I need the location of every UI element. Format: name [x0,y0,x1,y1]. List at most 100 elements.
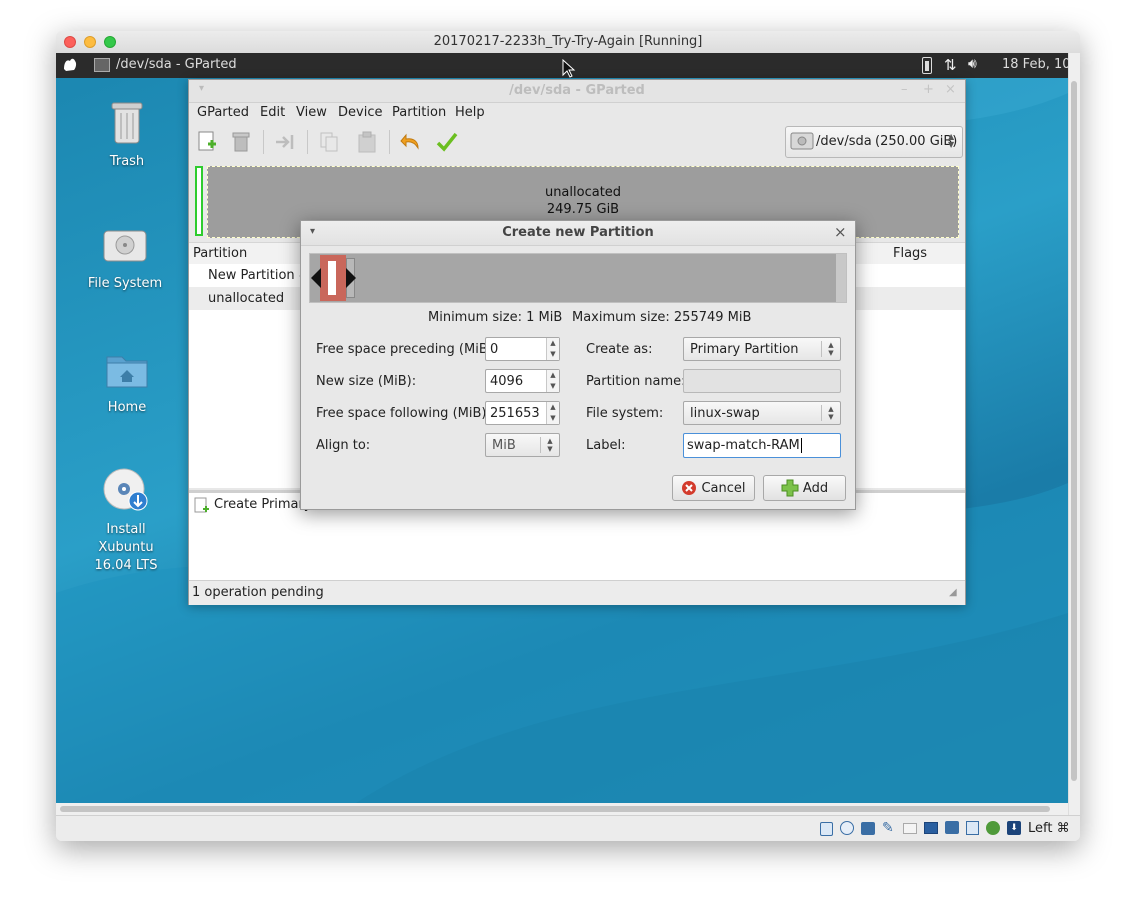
desktop-icon-label: Home [107,400,147,415]
resize-move-icon[interactable] [273,130,297,154]
window-title: 20170217-2233h_Try-Try-Again [Running] [433,34,703,49]
virtualization-icon[interactable] [986,821,1000,835]
usb-status-icon[interactable] [903,823,917,834]
mac-titlebar: 20170217-2233h_Try-Try-Again [Running] [56,31,1080,54]
pending-operation-text[interactable]: Create Primary [214,497,312,512]
preceding-value: 0 [490,342,499,357]
partition-slider[interactable] [320,255,346,301]
createas-combobox[interactable]: Primary Partition ▲ ▼ [683,337,841,361]
battery-icon[interactable] [922,57,932,74]
audio-status-icon[interactable] [861,822,875,835]
network-status-icon[interactable]: ✎ [882,820,894,836]
clock[interactable]: 18 Feb, 10: [1002,57,1068,72]
diskmap-size: 249.75 GiB [546,202,620,217]
menu-gparted[interactable]: GParted [197,105,249,120]
following-label: Free space following (MiB): [316,406,491,421]
gparted-titlebar: ▾ /dev/sda - GParted – + × [189,80,965,103]
partition-name-field[interactable] [683,369,841,393]
xfce-menu-icon[interactable] [62,57,78,73]
diskmap-new-partition[interactable] [195,166,203,236]
status-text: 1 operation pending [192,585,324,600]
virtualbox-statusbar: ✎ ⬇ Left ⌘ [56,815,1080,841]
minimize-icon[interactable]: – [901,82,908,97]
column-header-partition[interactable]: Partition [193,246,247,261]
menu-help[interactable]: Help [455,105,485,120]
desktop-icon-label: Install Xubuntu 16.04 LTS [94,522,158,573]
partition-name: unallocated [208,291,285,306]
desktop-icon-trash[interactable]: Trash [82,101,172,171]
optical-drive-status-icon[interactable] [840,821,854,835]
mouse-integration-icon[interactable]: ⬇ [1007,821,1021,835]
createas-value: Primary Partition [690,342,799,357]
undo-icon[interactable] [399,130,423,154]
create-partition-dialog: ▾ Create new Partition × Minimum size: 1… [300,220,856,510]
copy-icon[interactable] [317,130,341,154]
new-partition-icon[interactable] [195,130,219,154]
vertical-scroll-thumb[interactable] [1071,81,1077,781]
align-value: MiB [492,438,516,453]
newsize-value: 4096 [490,374,524,389]
guest-desktop: /dev/sda - GParted ⇅ 🔊︎ 18 Feb, 10: Tras… [56,53,1068,803]
spin-arrows-icon[interactable]: ▲ ▼ [546,402,559,424]
left-handle-icon[interactable] [311,268,323,288]
dialog-close-icon[interactable]: × [834,223,847,241]
spin-arrows-icon[interactable]: ▲ ▼ [546,338,559,360]
menu-device[interactable]: Device [338,105,382,120]
preceding-spinbox[interactable]: 0 ▲ ▼ [485,337,560,361]
following-spinbox[interactable]: 251653 ▲ ▼ [485,401,560,425]
hard-disk-status-icon[interactable] [820,822,833,836]
right-handle-icon[interactable] [346,268,358,288]
diskmap-label: unallocated [544,185,622,200]
spin-arrows-icon[interactable]: ▲ ▼ [546,370,559,392]
volume-icon[interactable]: 🔊︎ [968,56,977,72]
dialog-title: Create new Partition [502,225,654,240]
combo-arrows-icon: ▲ ▼ [540,437,559,453]
network-icon[interactable]: ⇅ [944,56,957,74]
display-status-icon[interactable] [945,821,959,834]
spinner-arrows-icon: ▲ ▼ [948,132,955,149]
cancel-button[interactable]: Cancel [672,475,755,501]
disk-icon [790,132,814,150]
paste-icon[interactable] [355,130,379,154]
desktop-icon-filesystem[interactable]: File System [80,227,170,293]
close-icon[interactable]: × [945,82,956,97]
host-key-label[interactable]: Left ⌘ [1028,821,1070,836]
partname-label: Partition name: [586,374,686,389]
desktop-icon-home[interactable]: Home [82,349,172,417]
video-capture-icon[interactable] [966,821,979,835]
home-folder-icon [106,356,148,388]
apply-icon[interactable] [435,130,459,154]
device-size: (250.00 GiB) [875,134,958,149]
toolbar-separator [263,130,264,154]
menu-partition[interactable]: Partition [392,105,446,120]
hard-drive-icon [103,230,147,262]
filesystem-label: File system: [586,406,664,421]
horizontal-scroll-thumb[interactable] [60,806,1050,812]
align-combobox[interactable]: MiB ▲ ▼ [485,433,560,457]
gparted-window-title: /dev/sda - GParted [509,83,645,98]
createas-label: Create as: [586,342,653,357]
menu-edit[interactable]: Edit [260,105,285,120]
label-label: Label: [586,438,626,453]
task-button-label[interactable]: /dev/sda - GParted [116,57,237,72]
maximize-icon[interactable]: + [923,82,934,97]
add-icon [781,479,799,497]
trash-icon [111,102,143,144]
cancel-button-label: Cancel [701,480,746,496]
create-partition-icon [194,497,209,513]
device-selector[interactable]: /dev/sda (250.00 GiB) ▲ ▼ [785,126,963,158]
minimum-size-text: Minimum size: 1 MiB [428,310,563,325]
shared-folders-icon[interactable] [924,822,938,834]
resize-grip-icon[interactable]: ◢ [949,587,957,598]
maximum-size-text: Maximum size: 255749 MiB [572,310,752,325]
label-input[interactable]: swap-match-RAM [683,433,841,458]
menu-view[interactable]: View [296,105,327,120]
newsize-spinbox[interactable]: 4096 ▲ ▼ [485,369,560,393]
desktop-icon-install[interactable]: Install Xubuntu 16.04 LTS [80,467,172,575]
combo-arrows-icon: ▲ ▼ [821,341,840,357]
column-header-flags[interactable]: Flags [893,246,927,261]
cancel-icon [682,481,697,495]
delete-partition-icon[interactable] [229,130,253,154]
add-button[interactable]: Add [763,475,846,501]
filesystem-combobox[interactable]: linux-swap ▲ ▼ [683,401,841,425]
